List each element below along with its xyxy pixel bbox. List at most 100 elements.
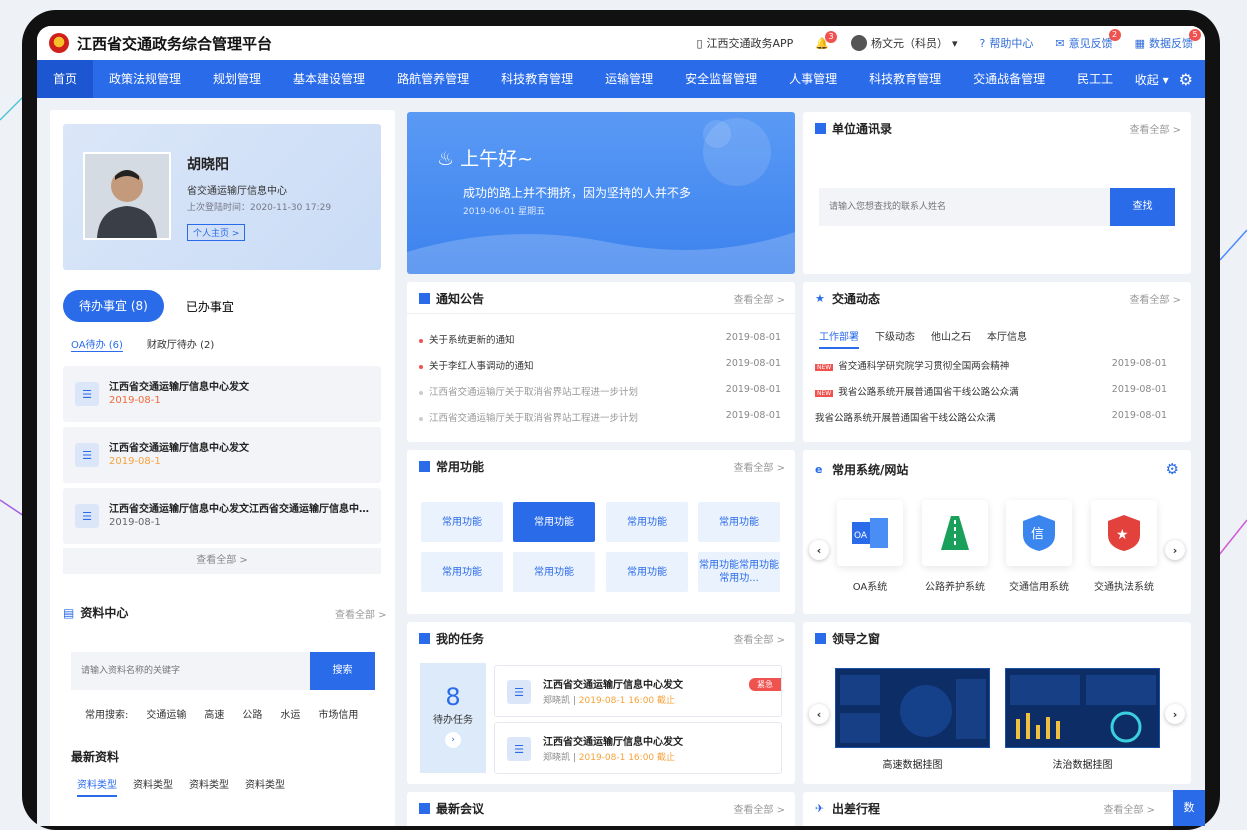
data-feedback-link[interactable]: ▦ 数据反馈 5 xyxy=(1134,29,1201,51)
search-tag[interactable]: 公路 xyxy=(242,706,262,721)
notices-more[interactable]: 查看全部 > xyxy=(733,291,785,306)
tasks-more[interactable]: 查看全部 > xyxy=(733,631,785,646)
news-tab[interactable]: 他山之石 xyxy=(931,328,971,349)
tab-todo[interactable]: 待办事宜 (8) xyxy=(63,290,164,322)
news-more[interactable]: 查看全部 > xyxy=(1129,291,1181,306)
nav-item[interactable]: 路航管养管理 xyxy=(381,60,485,98)
collapse-button[interactable]: 收起 ▾ xyxy=(1135,71,1169,88)
system-label: 交通信用系统 xyxy=(1009,582,1069,593)
road-maintenance-icon[interactable] xyxy=(922,500,988,566)
nav-item[interactable]: 首页 xyxy=(37,60,94,98)
type-tab[interactable]: 资料类型 xyxy=(133,776,173,797)
new-tag: NEW xyxy=(815,390,834,397)
library-search-button[interactable]: 搜索 xyxy=(310,652,375,690)
nav-item[interactable]: 规划管理 xyxy=(197,60,277,98)
subtab-finance[interactable]: 财政厅待办 (2) xyxy=(147,336,214,352)
nav-item[interactable]: 基本建设管理 xyxy=(277,60,381,98)
contact-search-button[interactable]: 查找 xyxy=(1110,188,1175,226)
top-bar: 江西省交通政务综合管理平台 ▯ 江西交通政务APP 🔔 3 杨文元（科员） ▾ ? 帮助… xyxy=(37,26,1205,60)
notice-item[interactable]: 关于系统更新的通知 xyxy=(419,332,515,346)
divider xyxy=(407,313,795,314)
trips-more[interactable]: 查看全部 > xyxy=(1103,801,1155,816)
book-icon: ▤ xyxy=(63,605,75,620)
document-icon: ☰ xyxy=(507,737,531,761)
function-button[interactable]: 常用功能 xyxy=(421,502,503,542)
type-tab[interactable]: 资料类型 xyxy=(189,776,229,797)
search-tag[interactable]: 高速 xyxy=(204,706,224,721)
latest-title: 最新资料 xyxy=(71,750,120,764)
search-tag[interactable]: 市场信用 xyxy=(318,706,358,721)
common-search: 常用搜索: 交通运输 高速 公路 水运 市场信用 xyxy=(85,706,358,721)
function-button[interactable]: 常用功能 xyxy=(513,552,595,592)
credit-system-icon[interactable]: 信 xyxy=(1006,500,1072,566)
task-item[interactable]: ☰ 江西省交通运输厅信息中心发文 郑晓凯 | 2019-08-1 16:00 截… xyxy=(494,722,782,774)
emblem-icon xyxy=(49,33,69,53)
directory-more[interactable]: 查看全部 > xyxy=(1129,121,1181,136)
settings-gear-icon[interactable]: ⚙ xyxy=(1179,70,1193,89)
functions-more[interactable]: 查看全部 > xyxy=(733,459,785,474)
news-tab[interactable]: 下级动态 xyxy=(875,328,915,349)
calendar-icon: ▦ xyxy=(1134,36,1145,50)
feedback-link[interactable]: ✉ 意见反馈 2 xyxy=(1055,29,1121,51)
nav-item[interactable]: 人事管理 xyxy=(773,60,853,98)
nav-item[interactable]: 科技教育管理 xyxy=(485,60,589,98)
oa-system-icon[interactable]: OA xyxy=(837,500,903,566)
chevron-left-icon[interactable]: ‹ xyxy=(809,704,829,724)
side-float-tab[interactable]: 数 xyxy=(1173,790,1205,826)
notification-button[interactable]: 🔔 3 xyxy=(815,30,837,50)
contact-search-input[interactable] xyxy=(819,188,1111,226)
help-center-link[interactable]: ? 帮助中心 xyxy=(980,35,1034,51)
library-search-input[interactable] xyxy=(71,652,311,690)
system-label: 公路养护系统 xyxy=(925,582,985,593)
notice-item[interactable]: 关于李红人事调动的通知 xyxy=(419,358,534,372)
dashboard-label: 法治数据挂图 xyxy=(1052,760,1113,771)
function-button[interactable]: 常用功能 xyxy=(606,552,688,592)
chevron-left-icon[interactable]: ‹ xyxy=(809,540,829,560)
task-counter[interactable]: 8 待办任务 › xyxy=(420,663,486,773)
chevron-right-icon[interactable]: › xyxy=(1165,704,1185,724)
notice-item[interactable]: 江西省交通运输厅关于取消省界站工程进一步计划 xyxy=(419,384,638,398)
function-button[interactable]: 常用功能 xyxy=(421,552,503,592)
news-item[interactable]: NEW 我省公路系统开展普通国省干线公路公众满 xyxy=(815,384,1019,398)
notice-item[interactable]: 江西省交通运输厅关于取消省界站工程进一步计划 xyxy=(419,410,638,424)
function-button[interactable]: 常用功能 xyxy=(698,502,780,542)
library-more[interactable]: 查看全部 > xyxy=(335,606,387,621)
app-screen: 江西省交通政务综合管理平台 ▯ 江西交通政务APP 🔔 3 杨文元（科员） ▾ ? 帮助… xyxy=(37,26,1205,826)
news-item[interactable]: NEW 省交通科学研究院学习贯彻全国两会精神 xyxy=(815,358,1009,372)
type-tab[interactable]: 资料类型 xyxy=(245,776,285,797)
todo-item[interactable]: ☰ 江西省交通运输厅信息中心发文 2019-08-1 xyxy=(63,366,381,422)
user-menu[interactable]: 杨文元（科员） ▾ xyxy=(851,35,958,51)
chevron-right-icon[interactable]: › xyxy=(1165,540,1185,560)
function-button[interactable]: 常用功能 xyxy=(513,502,595,542)
settings-gear-icon[interactable]: ⚙ xyxy=(1166,460,1179,478)
dashboard-thumbnail[interactable] xyxy=(1005,668,1160,748)
nav-item[interactable]: 政策法规管理 xyxy=(93,60,197,98)
todo-view-all[interactable]: 查看全部 > xyxy=(63,548,381,574)
dashboard-thumbnail[interactable] xyxy=(835,668,990,748)
nav-item[interactable]: 民工工 xyxy=(1061,60,1129,98)
task-item[interactable]: ☰ 江西省交通运输厅信息中心发文 郑晓凯 | 2019-08-1 16:00 截… xyxy=(494,665,782,717)
nav-item[interactable]: 运输管理 xyxy=(589,60,669,98)
law-enforcement-icon[interactable]: ★ xyxy=(1091,500,1157,566)
news-tabs: 工作部署 下级动态 他山之石 本厅信息 xyxy=(819,328,1043,349)
meetings-more[interactable]: 查看全部 > xyxy=(733,801,785,816)
news-item[interactable]: 我省公路系统开展普通国省干线公路公众满 xyxy=(815,410,996,424)
tab-done[interactable]: 已办事宜 xyxy=(186,298,234,315)
search-tag[interactable]: 水运 xyxy=(280,706,300,721)
todo-item[interactable]: ☰ 江西省交通运输厅信息中心发文 2019-08-1 xyxy=(63,427,381,483)
nav-item[interactable]: 安全监督管理 xyxy=(669,60,773,98)
subtab-oa[interactable]: OA待办 (6) xyxy=(71,336,123,352)
dashboard-label: 高速数据挂图 xyxy=(882,760,943,771)
function-button[interactable]: 常用功能 xyxy=(606,502,688,542)
news-tab[interactable]: 工作部署 xyxy=(819,328,859,349)
search-tag[interactable]: 交通运输 xyxy=(146,706,186,721)
type-tab[interactable]: 资料类型 xyxy=(77,776,117,797)
nav-item[interactable]: 交通战备管理 xyxy=(957,60,1061,98)
todo-item[interactable]: ☰ 江西省交通运输厅信息中心发文江西省交通运输厅信息中心发文 2019-08-1 xyxy=(63,488,381,544)
unread-dot xyxy=(419,338,423,343)
nav-item[interactable]: 科技教育管理 xyxy=(853,60,957,98)
function-button[interactable]: 常用功能常用功能常用功... xyxy=(698,552,780,592)
news-tab[interactable]: 本厅信息 xyxy=(987,328,1027,349)
profile-home-link[interactable]: 个人主页 > xyxy=(187,224,246,241)
app-download-link[interactable]: ▯ 江西交通政务APP xyxy=(696,35,793,51)
